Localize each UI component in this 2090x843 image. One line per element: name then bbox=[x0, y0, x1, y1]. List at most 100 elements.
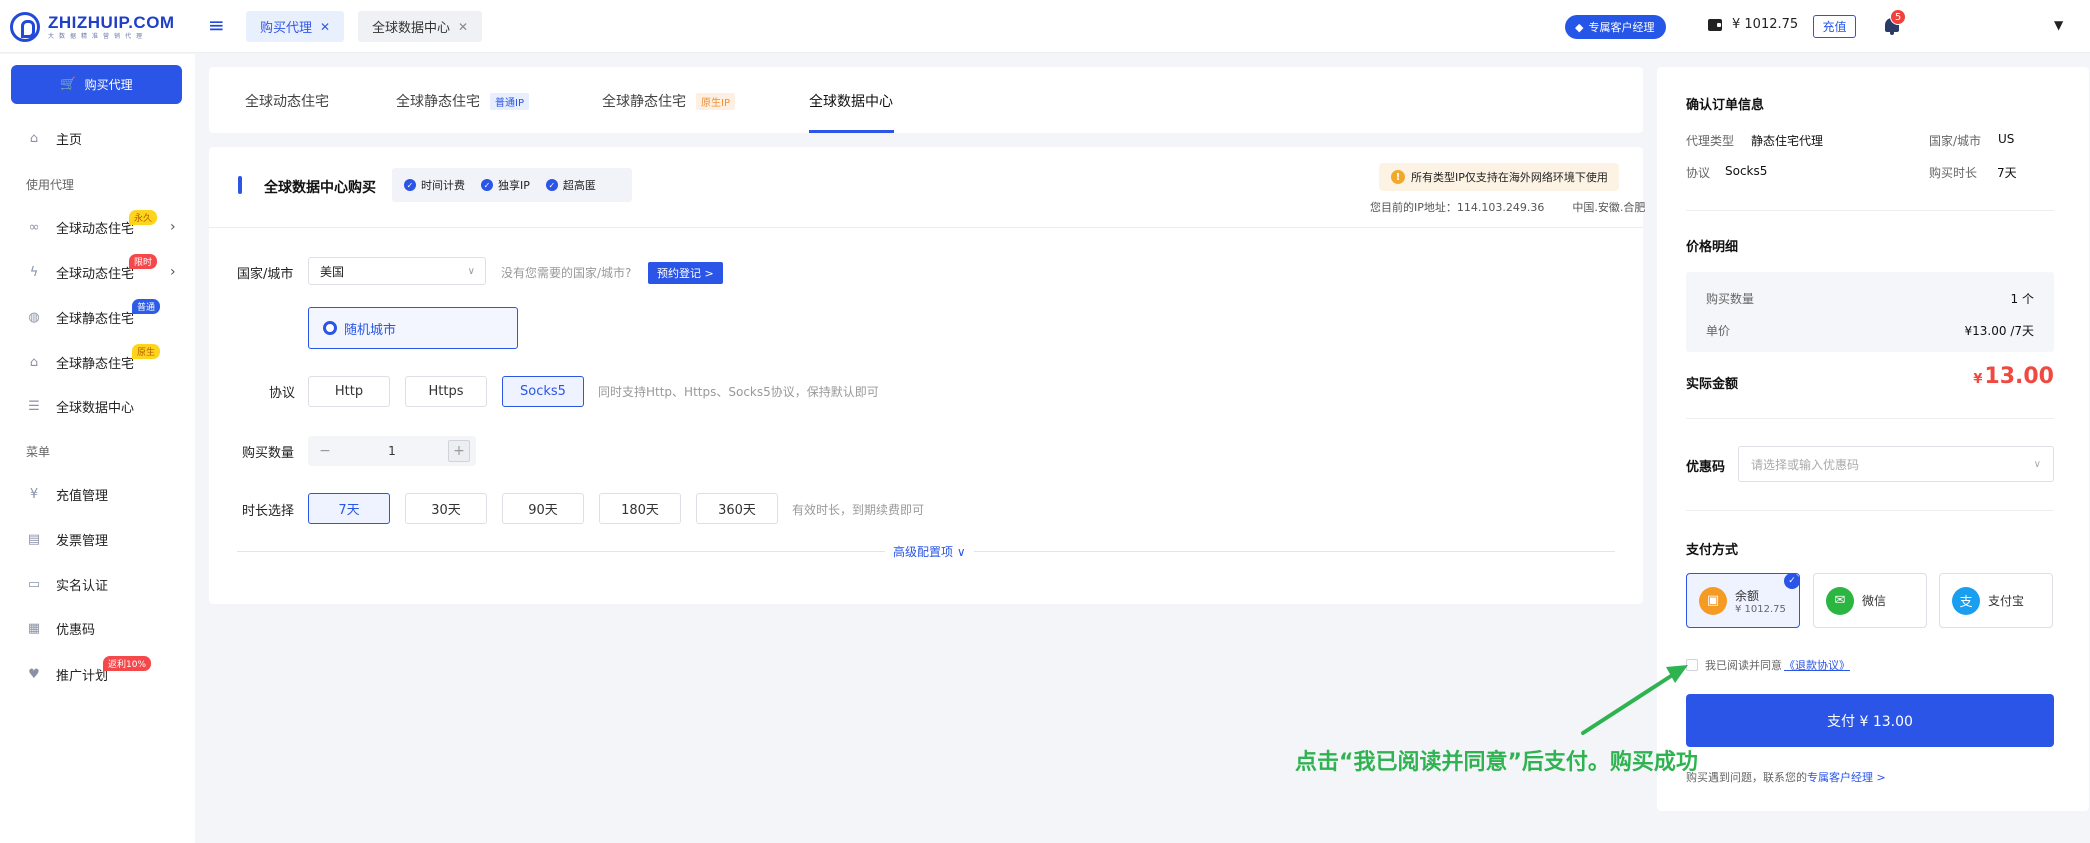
actual-amount-value: 13.00 bbox=[1984, 364, 2054, 389]
summary-title: 确认订单信息 bbox=[1686, 98, 1765, 113]
sidebar-item-recharge[interactable]: ¥ 充值管理 bbox=[26, 483, 186, 505]
close-icon[interactable]: ✕ bbox=[320, 20, 330, 34]
agreement-checkbox[interactable] bbox=[1686, 659, 1698, 671]
pay-balance-option[interactable]: ▣ 余额 ¥ 1012.75 ✓ bbox=[1686, 573, 1800, 628]
pay-button[interactable]: 支付 ¥ 13.00 bbox=[1686, 694, 2054, 747]
radio-selected-icon bbox=[323, 321, 337, 335]
sidebar-item-dynamic-residential-permanent[interactable]: ∞ 全球动态住宅 › bbox=[26, 216, 186, 238]
country-label: 国家/城市 bbox=[1929, 134, 1982, 148]
duration-label: 时长选择 bbox=[242, 504, 295, 519]
menu-toggle-icon[interactable]: ≡ bbox=[208, 15, 225, 35]
country-value: US bbox=[1998, 132, 2015, 146]
coupon-label: 优惠码 bbox=[1686, 460, 1726, 475]
wechat-icon: ✉ bbox=[1826, 586, 1854, 615]
lightning-icon: ϟ bbox=[29, 264, 39, 280]
sidebar: 🛒 购买代理 ⌂ 主页 使用代理 ∞ 全球动态住宅 › 永久 ϟ 全球动态住宅 … bbox=[0, 54, 195, 843]
sidebar-item-label: 全球数据中心 bbox=[56, 400, 135, 416]
advanced-config-toggle[interactable]: 高级配置项 ∨ bbox=[885, 543, 974, 560]
protocol-http[interactable]: Http bbox=[308, 376, 390, 407]
agreement-row: 我已阅读并同意 《退款协议》 bbox=[1686, 657, 1850, 673]
notification-badge: 5 bbox=[1890, 9, 1906, 25]
register-button[interactable]: 预约登记 > bbox=[648, 262, 723, 284]
duration-90d[interactable]: 90天 bbox=[502, 493, 584, 524]
refund-policy-link[interactable]: 《退款协议》 bbox=[1784, 657, 1850, 673]
account-manager-link[interactable]: 专属客户经理 > bbox=[1807, 771, 1886, 784]
diamond-icon: ◆ bbox=[1575, 20, 1584, 34]
sidebar-item-static-residential-native[interactable]: ⌂ 全球静态住宅 bbox=[26, 351, 186, 373]
proxy-type-label: 代理类型 bbox=[1686, 134, 1735, 148]
badge-permanent: 永久 bbox=[129, 210, 158, 225]
tab-global-datacenter[interactable]: 全球数据中心 ✕ bbox=[358, 11, 483, 42]
wallet-icon: ▣ bbox=[1699, 586, 1727, 615]
pay-wechat-option[interactable]: ✉ 微信 bbox=[1813, 573, 1927, 628]
tab-static-residential-normal[interactable]: 全球静态住宅 普通IP bbox=[396, 91, 529, 111]
badge-limited: 限时 bbox=[129, 254, 158, 269]
sidebar-item-home[interactable]: ⌂ 主页 bbox=[26, 127, 186, 149]
invoice-icon: ▤ bbox=[27, 531, 41, 547]
feature-tags: ✓ 时间计费 ✓ 独享IP ✓ 超高匿 bbox=[392, 168, 632, 202]
duration-360d[interactable]: 360天 bbox=[696, 493, 778, 524]
sidebar-item-coupon[interactable]: ▦ 优惠码 bbox=[26, 617, 186, 639]
logo[interactable]: ZHIZHUIP.COM 大数据精准营销代理 bbox=[10, 12, 175, 42]
divider bbox=[1686, 210, 2054, 211]
feature-item: ✓ 超高匿 bbox=[545, 177, 596, 193]
sidebar-item-label: 优惠码 bbox=[56, 622, 96, 638]
buy-proxy-label: 购买代理 bbox=[84, 78, 133, 92]
feature-label: 超高匿 bbox=[562, 179, 596, 192]
country-select[interactable]: 美国 ∨ bbox=[308, 257, 486, 285]
purchase-form: 全球数据中心购买 ✓ 时间计费 ✓ 独享IP ✓ 超高匿 ! 所有类型IP仅支持在海外… bbox=[209, 147, 1645, 604]
quantity-stepper[interactable]: − 1 + bbox=[308, 436, 476, 466]
sidebar-item-invoice[interactable]: ▤ 发票管理 bbox=[26, 528, 186, 550]
sidebar-item-verification[interactable]: ▭ 实名认证 bbox=[26, 573, 186, 595]
pay-alipay-option[interactable]: 支 支付宝 bbox=[1939, 573, 2053, 628]
tab-static-residential-native[interactable]: 全球静态住宅 原生IP bbox=[602, 91, 735, 111]
random-city-option[interactable]: 随机城市 bbox=[308, 307, 518, 349]
close-icon[interactable]: ✕ bbox=[458, 20, 468, 34]
country-value: 美国 bbox=[320, 264, 345, 279]
recharge-button[interactable]: 充值 bbox=[1813, 15, 1856, 38]
logo-subtitle: 大数据精准营销代理 bbox=[48, 32, 148, 40]
network-notice: ! 所有类型IP仅支持在海外网络环境下使用 bbox=[1379, 163, 1619, 191]
product-tabs: 全球动态住宅 全球静态住宅 普通IP 全球静态住宅 原生IP 全球数据中心 bbox=[209, 67, 1643, 133]
protocol-https[interactable]: Https bbox=[405, 376, 487, 407]
agreement-text: 我已阅读并同意 bbox=[1705, 659, 1782, 672]
quantity-value[interactable]: 1 bbox=[342, 444, 442, 458]
feature-item: ✓ 时间计费 bbox=[404, 177, 465, 193]
tab-label: 购买代理 bbox=[260, 21, 313, 36]
duration-180d[interactable]: 180天 bbox=[599, 493, 681, 524]
coupon-input[interactable]: 请选择或输入优惠码 ∨ bbox=[1738, 446, 2054, 482]
sidebar-item-label: 推广计划 bbox=[56, 668, 109, 684]
chevron-right-icon: › bbox=[170, 264, 176, 280]
annotation-text: 点击“我已阅读并同意”后支付。购买成功 bbox=[1295, 750, 1698, 775]
sidebar-item-static-residential-normal[interactable]: ◍ 全球静态住宅 bbox=[26, 306, 186, 328]
quantity-value: 1 个 bbox=[2010, 292, 2034, 306]
quantity-label: 购买数量 bbox=[1706, 292, 1755, 306]
duration-30d[interactable]: 30天 bbox=[405, 493, 487, 524]
divider bbox=[1686, 418, 2054, 419]
duration-hint: 有效时长，到期续费即可 bbox=[792, 503, 925, 517]
logo-name: ZHIZHUIP.COM bbox=[48, 12, 175, 32]
tab-label: 全球数据中心 bbox=[809, 94, 893, 110]
protocol-socks5[interactable]: Socks5 bbox=[502, 376, 584, 407]
current-ip-info: 您目前的IP地址：114.103.249.36 中国.安徽.合肥 bbox=[1370, 199, 1645, 215]
protocol-label: 协议 bbox=[269, 386, 296, 401]
duration-value: 7天 bbox=[1997, 166, 2017, 180]
tab-datacenter[interactable]: 全球数据中心 bbox=[809, 91, 893, 111]
sidebar-item-dynamic-residential-limited[interactable]: ϟ 全球动态住宅 › bbox=[26, 261, 186, 283]
alipay-icon: 支 bbox=[1952, 586, 1980, 615]
feature-item: ✓ 独享IP bbox=[481, 177, 530, 193]
decrement-button[interactable]: − bbox=[314, 440, 336, 462]
proxy-type-value: 静态住宅代理 bbox=[1751, 134, 1824, 148]
account-manager-button[interactable]: ◆ 专属客户经理 bbox=[1565, 15, 1667, 39]
increment-button[interactable]: + bbox=[448, 440, 470, 462]
duration-7d[interactable]: 7天 bbox=[308, 493, 390, 524]
tab-dynamic-residential[interactable]: 全球动态住宅 bbox=[245, 91, 329, 111]
tab-buy-proxy[interactable]: 购买代理 ✕ bbox=[246, 11, 345, 42]
unit-price-value: ¥13.00 /7天 bbox=[1964, 324, 2034, 338]
chevron-right-icon: › bbox=[170, 219, 176, 235]
buy-proxy-button[interactable]: 🛒 购买代理 bbox=[11, 65, 182, 104]
sidebar-item-datacenter[interactable]: ☰ 全球数据中心 bbox=[26, 395, 186, 417]
pay-method-balance: ¥ 1012.75 bbox=[1735, 603, 1786, 615]
user-menu-caret-icon[interactable]: ▼ bbox=[2054, 18, 2063, 32]
sidebar-item-label: 全球静态住宅 bbox=[56, 311, 135, 327]
